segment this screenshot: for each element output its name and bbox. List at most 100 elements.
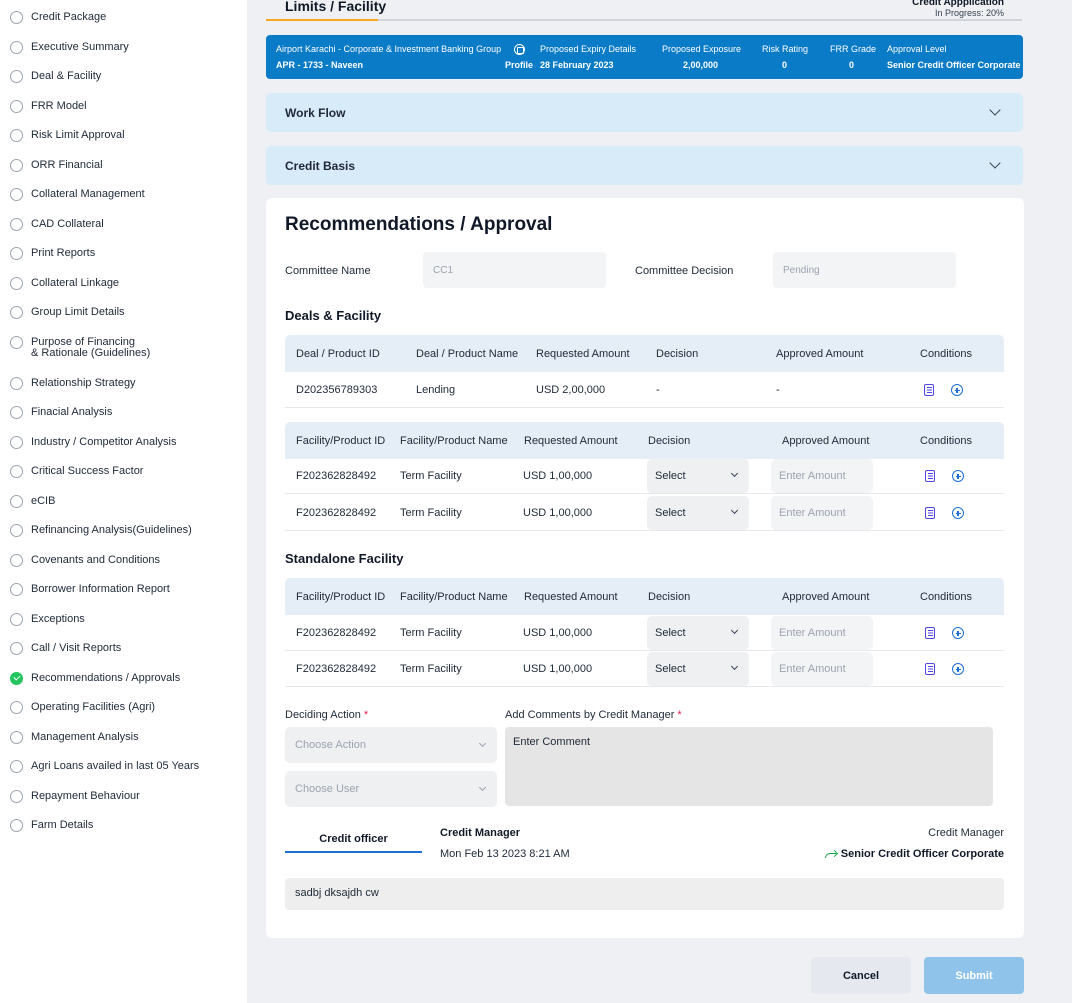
decision-select[interactable]: Select xyxy=(647,616,749,650)
approved-amount-input[interactable] xyxy=(771,652,873,686)
decision-select[interactable]: Select xyxy=(647,652,749,686)
sidebar-item[interactable]: Management Analysis xyxy=(10,731,139,744)
sidebar-item-label: Collateral Management xyxy=(31,188,145,200)
add-circle-icon[interactable] xyxy=(952,627,964,639)
application-info-bar: Airport Karachi - Corporate & Investment… xyxy=(266,35,1023,79)
sidebar-item[interactable]: CAD Collateral xyxy=(10,218,104,231)
sidebar-item-label: Critical Success Factor xyxy=(31,465,144,477)
facility-id: F202362828492 xyxy=(296,627,377,639)
sidebar-item[interactable]: Relationship Strategy xyxy=(10,377,136,390)
column-header: Conditions xyxy=(920,348,972,360)
sidebar-item[interactable]: Agri Loans availed in last 05 Years xyxy=(10,760,199,773)
column-header: Requested Amount xyxy=(524,591,618,603)
document-icon[interactable] xyxy=(925,470,935,482)
document-icon[interactable] xyxy=(924,384,934,396)
sidebar-item[interactable]: Critical Success Factor xyxy=(10,465,144,478)
submit-button[interactable]: Submit xyxy=(924,957,1024,994)
table-row: D202356789303 Lending USD 2,00,000 - - xyxy=(285,372,1004,408)
sidebar-item[interactable]: Refinancing Analysis(Guidelines) xyxy=(10,524,192,537)
column-header: Requested Amount xyxy=(536,348,630,360)
profile-icon[interactable] xyxy=(514,44,525,55)
add-circle-icon[interactable] xyxy=(951,384,963,396)
chevron-down-icon[interactable] xyxy=(989,157,1001,169)
decision-select-value: Select xyxy=(655,663,686,675)
sidebar-item-label: Recommendations / Approvals xyxy=(31,672,181,684)
workflow-accordion[interactable]: Work Flow xyxy=(266,93,1023,132)
history-note: sadbj dksajdh cw xyxy=(285,878,1004,910)
approved-amount: - xyxy=(776,384,780,396)
sidebar-item-label: Purpose of Financing & Rationale (Guidel… xyxy=(31,336,151,359)
decision-select-value: Select xyxy=(655,627,686,639)
sidebar-item[interactable]: Borrower Information Report xyxy=(10,583,170,596)
comment-textarea[interactable]: Enter Comment xyxy=(505,727,993,806)
deal-id: D202356789303 xyxy=(296,384,378,396)
sidebar-item[interactable]: Collateral Linkage xyxy=(10,277,120,290)
profile-link[interactable]: Profile xyxy=(505,60,533,70)
choose-action-dropdown[interactable]: Choose Action xyxy=(285,727,497,763)
approved-amount-input[interactable] xyxy=(771,459,873,493)
sidebar-item[interactable]: Deal & Facility xyxy=(10,70,101,83)
sidebar-item[interactable]: Collateral Management xyxy=(10,188,145,201)
table-row: F202362828492 Term Facility USD 1,00,000… xyxy=(285,458,1004,494)
risk-rating-value: 0 xyxy=(782,60,788,70)
sidebar-item[interactable]: FRR Model xyxy=(10,100,87,113)
sidebar-item-label: Collateral Linkage xyxy=(31,277,120,289)
sidebar-item[interactable]: Group Limit Details xyxy=(10,306,125,319)
sidebar-item-label: Call / Visit Reports xyxy=(31,642,122,654)
credit-basis-accordion[interactable]: Credit Basis xyxy=(266,146,1023,185)
add-circle-icon[interactable] xyxy=(952,507,964,519)
approved-amount-input[interactable] xyxy=(771,616,873,650)
sidebar-item[interactable]: Recommendations / Approvals xyxy=(10,672,181,685)
radio-circle-icon xyxy=(10,70,23,83)
sidebar-item[interactable]: Purpose of Financing & Rationale (Guidel… xyxy=(10,336,151,359)
sidebar-item[interactable]: Print Reports xyxy=(10,247,95,260)
facility-name: Term Facility xyxy=(400,470,462,482)
document-icon[interactable] xyxy=(925,663,935,675)
facility-id: F202362828492 xyxy=(296,507,377,519)
decision-select[interactable]: Select xyxy=(647,496,749,530)
sidebar-item-label: Refinancing Analysis(Guidelines) xyxy=(31,524,192,536)
choose-user-dropdown[interactable]: Choose User xyxy=(285,771,497,807)
table-row: F202362828492 Term Facility USD 1,00,000… xyxy=(285,615,1004,651)
approved-amount-input[interactable] xyxy=(771,496,873,530)
decision-select-value: Select xyxy=(655,470,686,482)
tab-credit-officer[interactable]: Credit officer xyxy=(285,825,422,853)
chevron-down-icon xyxy=(730,662,739,671)
decision-select[interactable]: Select xyxy=(647,459,749,493)
sidebar-item[interactable]: Industry / Competitor Analysis xyxy=(10,436,177,449)
sidebar-item[interactable]: Repayment Behaviour xyxy=(10,790,140,803)
history-timestamp: Mon Feb 13 2023 8:21 AM xyxy=(440,848,570,860)
deal-name: Lending xyxy=(416,384,456,396)
check-circle-icon xyxy=(10,672,23,685)
sidebar-item[interactable]: ORR Financial xyxy=(10,159,103,172)
exposure-value: 2,00,000 xyxy=(683,60,719,70)
sidebar-item[interactable]: Covenants and Conditions xyxy=(10,554,160,567)
cancel-button[interactable]: Cancel xyxy=(811,957,911,994)
sidebar-item[interactable]: Exceptions xyxy=(10,613,85,626)
sidebar-item[interactable]: Executive Summary xyxy=(10,41,129,54)
sidebar-item[interactable]: Operating Facilities (Agri) xyxy=(10,701,155,714)
standalone-facility-title: Standalone Facility xyxy=(285,551,404,566)
required-mark: * xyxy=(677,709,682,721)
chevron-down-icon[interactable] xyxy=(989,104,1001,116)
chevron-down-icon xyxy=(730,626,739,635)
radio-circle-icon xyxy=(10,247,23,260)
sidebar-item[interactable]: Credit Package xyxy=(10,11,106,24)
sidebar-item[interactable]: eCIB xyxy=(10,495,55,508)
add-circle-icon[interactable] xyxy=(952,470,964,482)
radio-circle-icon xyxy=(10,760,23,773)
application-reference: APR - 1733 - Naveen xyxy=(276,60,364,70)
sidebar-item[interactable]: Call / Visit Reports xyxy=(10,642,122,655)
sidebar-item[interactable]: Farm Details xyxy=(10,819,93,832)
comments-label: Add Comments by Credit Manager * xyxy=(505,709,682,721)
sidebar-item[interactable]: Risk Limit Approval xyxy=(10,129,125,142)
column-header: Approved Amount xyxy=(776,348,864,360)
add-circle-icon[interactable] xyxy=(952,663,964,675)
sidebar-item[interactable]: Finacial Analysis xyxy=(10,406,112,419)
document-icon[interactable] xyxy=(925,627,935,639)
document-icon[interactable] xyxy=(925,507,935,519)
table-row: F202362828492 Term Facility USD 1,00,000… xyxy=(285,651,1004,687)
sidebar-item-label: Borrower Information Report xyxy=(31,583,170,595)
radio-circle-icon xyxy=(10,524,23,537)
column-header: Facility/Product ID xyxy=(296,591,386,603)
